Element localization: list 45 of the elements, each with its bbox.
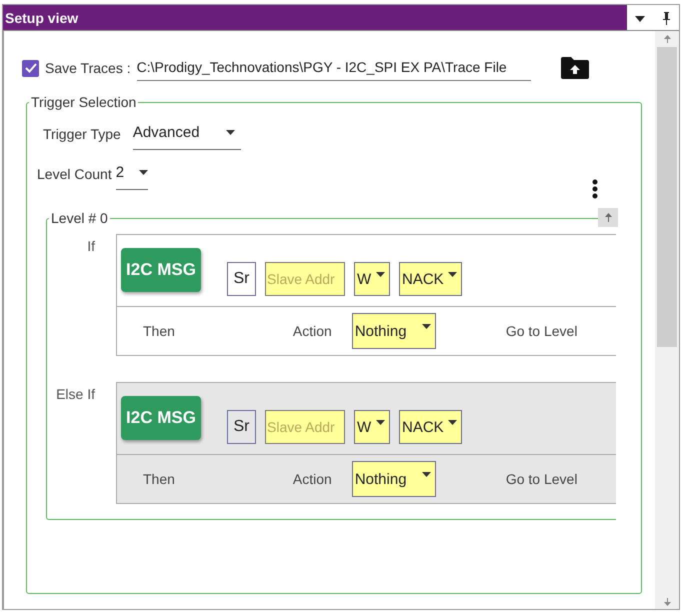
go-to-level-label: Go to Level [506, 323, 578, 339]
then-label: Then [143, 471, 175, 487]
action-label: Action [292, 323, 332, 339]
caret-icon [422, 472, 431, 477]
level-count-label: Level Count [37, 166, 112, 182]
caret-icon [448, 420, 457, 425]
group-title: Trigger Selection [31, 94, 136, 110]
caret-icon [376, 272, 385, 277]
level-count-dropdown[interactable]: 2 [116, 158, 148, 190]
trigger-type-dropdown[interactable]: Advanced [132, 118, 241, 150]
down-arrow-icon[interactable] [664, 598, 670, 606]
scroll-up-button[interactable] [598, 208, 618, 227]
ack-dropdown[interactable]: NACK [399, 262, 462, 296]
window-title: Setup view [5, 10, 78, 26]
caret-icon [226, 130, 235, 135]
trigger-type-label: Trigger Type [43, 126, 121, 142]
start-condition-field[interactable]: Sr [227, 262, 256, 296]
go-to-level-label: Go to Level [506, 471, 578, 487]
message-type-button[interactable]: I2C MSG [121, 248, 201, 292]
up-arrow-icon[interactable] [664, 35, 670, 43]
message-type-button[interactable]: I2C MSG [121, 396, 201, 440]
action-dropdown[interactable]: Nothing [352, 313, 436, 349]
scrollbar[interactable] [655, 31, 679, 609]
dropdown-caret-icon[interactable] [635, 16, 646, 22]
caret-icon [138, 170, 148, 175]
path-field[interactable]: C:\Prodigy_Technovations\PGY - I2C_SPI EX PA\Trace File [136, 55, 531, 81]
save-traces-label: Save Traces : [45, 60, 131, 76]
group-title: Level # 0 [51, 210, 108, 226]
save-traces-checkbox[interactable] [22, 60, 39, 76]
action-dropdown[interactable]: Nothing [352, 461, 436, 497]
then-label: Then [143, 323, 175, 339]
caret-icon [376, 420, 385, 425]
direction-dropdown[interactable]: W [354, 410, 390, 444]
pin-icon[interactable] [662, 12, 671, 25]
condition-label: Else If [56, 386, 95, 402]
ack-dropdown[interactable]: NACK [399, 410, 462, 444]
start-condition-field[interactable]: Sr [227, 410, 256, 444]
caret-icon [422, 324, 431, 329]
up-arrow-icon [604, 213, 612, 222]
condition-label: If [87, 238, 95, 254]
more-options-icon[interactable] [592, 179, 598, 199]
folder-upload-icon[interactable] [560, 57, 589, 79]
action-label: Action [292, 471, 332, 487]
direction-dropdown[interactable]: W [354, 262, 390, 296]
caret-icon [448, 272, 457, 277]
